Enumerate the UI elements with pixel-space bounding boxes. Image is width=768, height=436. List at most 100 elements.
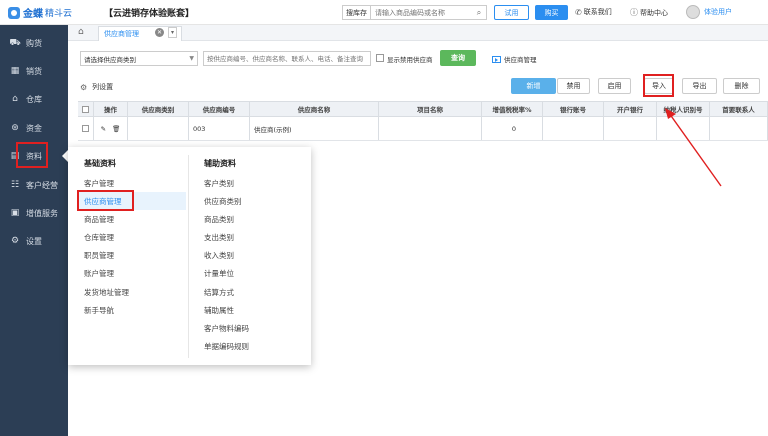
help-icon: ⓘ [630, 8, 638, 17]
sidebar-item-warehouse[interactable]: ⌂ 仓库 [0, 89, 68, 109]
sidebar-item-label: 仓库 [26, 94, 42, 104]
supplier-management-video-link[interactable]: 供应商管理 [492, 54, 537, 64]
sidebar-item-settings[interactable]: ⚙ 设置 [0, 231, 68, 251]
annotation-highlight-supplier-menu [77, 190, 134, 211]
menu-divider [188, 155, 189, 358]
menu-item-product-category[interactable]: 商品类别 [204, 214, 234, 225]
tab-label: 供应商管理 [104, 30, 139, 38]
menu-item-staff-management[interactable]: 职员管理 [84, 250, 114, 261]
menu-item-supplier-category[interactable]: 供应商类别 [204, 196, 242, 207]
sales-icon: ▦ [10, 66, 20, 76]
phone-icon: ✆ [575, 7, 582, 17]
top-bar: 金蝶 精斗云 【云进销存体验账套】 搜库存 ⌕ 试用 购买 ✆ 联系我们 ⓘ 帮… [0, 0, 768, 25]
table-cell [543, 117, 604, 140]
user-name[interactable]: 体验用户 [704, 7, 732, 17]
help-center-link[interactable]: ⓘ 帮助中心 [630, 7, 668, 18]
menu-item-settlement-method[interactable]: 结算方式 [204, 287, 234, 298]
sidebar-item-customer[interactable]: ☷ 客户经营 [0, 175, 68, 195]
menu-item-shipping-address-management[interactable]: 发货地址管理 [84, 287, 129, 298]
delete-button[interactable]: 删除 [723, 78, 760, 94]
table-cell [379, 117, 482, 140]
logo-text: 金蝶 [23, 9, 43, 20]
chevron-down-icon[interactable]: ▾ [168, 27, 177, 38]
column-header[interactable]: 增值税税率% [482, 102, 543, 116]
supplier-category-select[interactable]: 请选择供应商类别 ▼ [80, 51, 198, 66]
menu-item-warehouse-management[interactable]: 仓库管理 [84, 232, 114, 243]
query-button[interactable]: 查询 [440, 50, 476, 66]
keyword-search-input[interactable] [203, 51, 371, 66]
menu-item-beginner-guide[interactable]: 新手导航 [84, 305, 114, 316]
supplier-table: 操作 供应商类别 供应商编号 供应商名称 项目名称 增值税税率% 银行账号 开户… [78, 101, 768, 141]
sidebar-item-funds[interactable]: ⊛ 资金 [0, 118, 68, 138]
search-icon[interactable]: ⌕ [472, 6, 486, 19]
column-header[interactable]: 首要联系人 [710, 102, 768, 116]
edit-icon[interactable]: ✎ [101, 125, 106, 133]
menu-item-product-management[interactable]: 商品管理 [84, 214, 114, 225]
sidebar-item-value-service[interactable]: ▣ 增值服务 [0, 203, 68, 223]
supplier-management-link-label: 供应商管理 [504, 56, 537, 64]
menu-item-document-code-rules[interactable]: 单据编码规则 [204, 341, 249, 352]
column-settings[interactable]: ⚙ 列设置 [80, 82, 113, 92]
menu-item-customer-management[interactable]: 客户管理 [84, 178, 114, 189]
table-cell [128, 117, 189, 140]
cart-icon: ⛟ [9, 37, 21, 48]
sidebar-item-sales[interactable]: ▦ 销货 [0, 61, 68, 81]
search-scope-select[interactable]: 搜库存 [343, 6, 371, 19]
sidebar-item-label: 设置 [26, 236, 42, 246]
disable-button[interactable]: 禁用 [557, 78, 590, 94]
column-header[interactable]: 供应商类别 [128, 102, 189, 116]
select-all-cell [78, 102, 94, 116]
auxiliary-data-title: 辅助资料 [204, 159, 236, 168]
inventory-search: 搜库存 ⌕ [342, 5, 487, 20]
gear-icon: ⚙ [80, 82, 88, 92]
menu-item-income-category[interactable]: 收入类别 [204, 250, 234, 261]
export-button[interactable]: 导出 [682, 78, 717, 94]
home-icon[interactable]: ⌂ [78, 27, 84, 37]
sidebar-item-purchase[interactable]: ⛟ 购货 [0, 33, 68, 53]
chevron-down-icon: ▼ [189, 55, 194, 62]
enable-button[interactable]: 启用 [598, 78, 631, 94]
table-cell: 0 [482, 117, 543, 140]
show-disabled-checkbox[interactable] [376, 54, 384, 62]
close-icon[interactable]: ✕ [155, 28, 164, 37]
add-button[interactable]: 新增 [511, 78, 556, 94]
sidebar: ⛟ 购货 ▦ 销货 ⌂ 仓库 ⊛ 资金 ▤ 资料 ☷ 客户经营 ▣ 增值服务 ⚙… [0, 25, 68, 436]
table-row[interactable]: ✎ 🗑 003 供应商(示例) 0 [78, 117, 768, 141]
column-header[interactable]: 开户银行 [604, 102, 657, 116]
sidebar-item-label: 资金 [26, 123, 42, 133]
table-cell: 供应商(示例) [250, 117, 379, 140]
table-cell: 003 [189, 117, 250, 140]
customer-icon: ☷ [10, 180, 20, 190]
tab-strip: ⌂ 供应商管理 ✕ ▾ [68, 25, 768, 41]
menu-item-customer-material-code[interactable]: 客户物料编码 [204, 323, 249, 334]
gear-icon: ⚙ [10, 236, 20, 246]
annotation-highlight-data [16, 142, 48, 168]
menu-item-unit-of-measure[interactable]: 计量单位 [204, 268, 234, 279]
trial-button[interactable]: 试用 [494, 5, 529, 20]
menu-item-expense-category[interactable]: 支出类别 [204, 232, 234, 243]
column-header[interactable]: 供应商编号 [189, 102, 250, 116]
search-input[interactable] [371, 8, 472, 17]
avatar[interactable] [686, 5, 700, 19]
column-header[interactable]: 供应商名称 [250, 102, 379, 116]
column-header[interactable]: 银行账号 [543, 102, 604, 116]
menu-item-auxiliary-attribute[interactable]: 辅助属性 [204, 305, 234, 316]
money-icon: ⊛ [11, 123, 19, 133]
column-header[interactable]: 纳税人识别号 [657, 102, 710, 116]
table-header: 操作 供应商类别 供应商编号 供应商名称 项目名称 增值税税率% 银行账号 开户… [78, 101, 768, 117]
supplier-category-value: 请选择供应商类别 [84, 55, 136, 64]
column-header[interactable]: 项目名称 [379, 102, 482, 116]
table-cell [710, 117, 768, 140]
select-all-checkbox[interactable] [82, 105, 89, 113]
logo[interactable]: 金蝶 精斗云 [8, 4, 72, 21]
app-title: 【云进销存体验账套】 [104, 9, 195, 19]
buy-button[interactable]: 购买 [535, 5, 568, 20]
row-checkbox[interactable] [82, 125, 89, 132]
menu-item-customer-category[interactable]: 客户类别 [204, 178, 234, 189]
contact-us-link[interactable]: ✆ 联系我们 [575, 7, 612, 17]
sidebar-item-label: 客户经营 [26, 180, 58, 190]
show-disabled-label: 显示禁用供应商 [387, 56, 433, 64]
menu-item-account-management[interactable]: 账户管理 [84, 268, 114, 279]
logo-icon [8, 6, 20, 19]
trash-icon[interactable]: 🗑 [112, 125, 120, 133]
